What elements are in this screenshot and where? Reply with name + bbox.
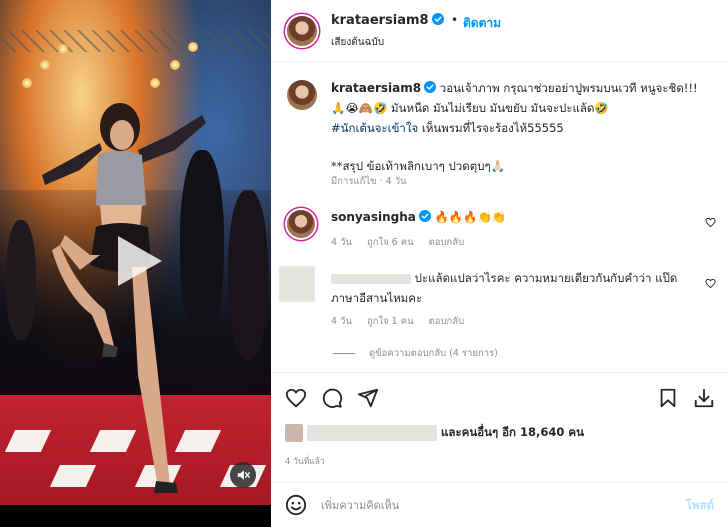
caption-line-4: **สรุป ข้อเท้าพลิกเบาๆ ปวดตุบๆ🙏🏻	[331, 159, 505, 173]
download-icon[interactable]	[693, 387, 715, 409]
caption-avatar[interactable]	[287, 80, 317, 110]
comment-input[interactable]	[321, 495, 651, 515]
view-replies-label: ดูข้อความตอบกลับ (4 รายการ)	[369, 348, 498, 359]
verified-badge-icon	[424, 81, 437, 93]
liker-name-blurred	[307, 425, 437, 441]
replies-divider-line	[333, 353, 355, 354]
commenter-username-blurred[interactable]	[331, 273, 411, 284]
post-video[interactable]	[0, 0, 271, 527]
stage-light	[58, 44, 68, 54]
stage-light	[170, 60, 180, 70]
comment-time: 4 วัน	[331, 237, 352, 248]
post-details-panel: krataersiam8 • ติดตาม เสียงต้นฉบับ krata…	[271, 0, 728, 527]
caption-line-2: 🙏😭🙈🤣 มันหนืด มันไม่เรียบ มันขยับ มันจะปะ…	[331, 101, 609, 115]
post-header: krataersiam8 • ติดตาม เสียงต้นฉบับ	[271, 0, 728, 62]
comment-like-heart-icon[interactable]	[705, 217, 716, 228]
share-icon[interactable]	[357, 387, 379, 409]
author-username[interactable]: krataersiam8	[331, 13, 444, 28]
commenter-username[interactable]: sonyasingha	[331, 210, 416, 224]
reply-button[interactable]: ตอบกลับ	[429, 237, 465, 248]
stage-light	[22, 78, 32, 88]
likes-summary[interactable]: และคนอื่นๆ อีก 18,640 คน	[285, 422, 584, 444]
liker-avatar-blurred	[285, 424, 303, 442]
hashtag-link[interactable]: #นักเต้นจะเข้าใจ	[331, 121, 418, 135]
post-caption: krataersiam8 วอนเจ้าภาพ กรุณาช่วยอย่าปูพ…	[331, 78, 711, 176]
follow-button[interactable]: ติดตาม	[463, 14, 501, 33]
likes-count-text: และคนอื่นๆ อีก 18,640 คน	[441, 425, 584, 439]
comment-like-heart-icon[interactable]	[705, 278, 716, 289]
comment: ปะแล้ดแปลว่าไรคะ ความหมายเดียวกันกับคำว่…	[331, 268, 701, 308]
commenter-avatar[interactable]	[287, 210, 315, 238]
stage-light	[150, 78, 160, 88]
mute-icon	[237, 470, 250, 480]
comment-time: 4 วัน	[331, 316, 352, 327]
comment-text: ปะแล้ดแปลว่าไรคะ ความหมายเดียวกันกับคำว่…	[414, 271, 678, 285]
comment-text-line-2: ภาษาอีสานไหมคะ	[331, 291, 423, 305]
stage-truss	[0, 30, 271, 52]
comment-text: 🔥🔥🔥👏👏	[434, 210, 507, 224]
caption-username[interactable]: krataersiam8	[331, 81, 421, 95]
add-comment-bar: โพสต์	[271, 482, 728, 527]
emoji-icon[interactable]	[285, 494, 307, 516]
audio-label[interactable]: เสียงต้นฉบับ	[331, 35, 384, 50]
view-replies-button[interactable]: ดูข้อความตอบกลับ (4 รายการ)	[333, 346, 498, 361]
caption-meta: มีการแก้ไข · 4 วัน	[331, 176, 407, 187]
verified-badge-icon	[431, 13, 444, 25]
post-timestamp: 4 วันที่แล้ว	[285, 457, 325, 467]
post-comment-button[interactable]: โพสต์	[686, 497, 714, 515]
stage-light	[40, 60, 50, 70]
comment-meta: 4 วัน ถูกใจ 1 คน ตอบกลับ	[331, 314, 476, 329]
instagram-post-modal: krataersiam8 • ติดตาม เสียงต้นฉบับ krata…	[0, 0, 728, 527]
heart-icon[interactable]	[285, 387, 307, 409]
caption-line-3: เห็นพรมที่ไรจะร้องไห้55555	[418, 121, 564, 135]
bookmark-icon[interactable]	[657, 387, 679, 409]
author-avatar[interactable]	[287, 16, 317, 46]
comment: sonyasingha 🔥🔥🔥👏👏	[331, 207, 701, 227]
caption-line-1: วอนเจ้าภาพ กรุณาช่วยอย่าปูพรมบนเวที หนูจ…	[439, 81, 698, 95]
comment-meta: 4 วัน ถูกใจ 6 คน ตอบกลับ	[331, 235, 476, 250]
separator-dot: •	[451, 13, 459, 27]
play-icon[interactable]	[106, 230, 168, 292]
dancer-figure	[42, 103, 206, 493]
post-actions-bar	[271, 372, 728, 422]
comment-likes[interactable]: ถูกใจ 6 คน	[367, 237, 414, 248]
mute-button[interactable]	[230, 462, 256, 488]
comment-likes[interactable]: ถูกใจ 1 คน	[367, 316, 414, 327]
comment-icon[interactable]	[321, 387, 343, 409]
commenter-avatar-blurred[interactable]	[279, 266, 315, 302]
reply-button[interactable]: ตอบกลับ	[429, 316, 465, 327]
media-letterbox	[0, 505, 271, 527]
stage-light	[188, 42, 198, 52]
verified-badge-icon	[418, 210, 431, 222]
